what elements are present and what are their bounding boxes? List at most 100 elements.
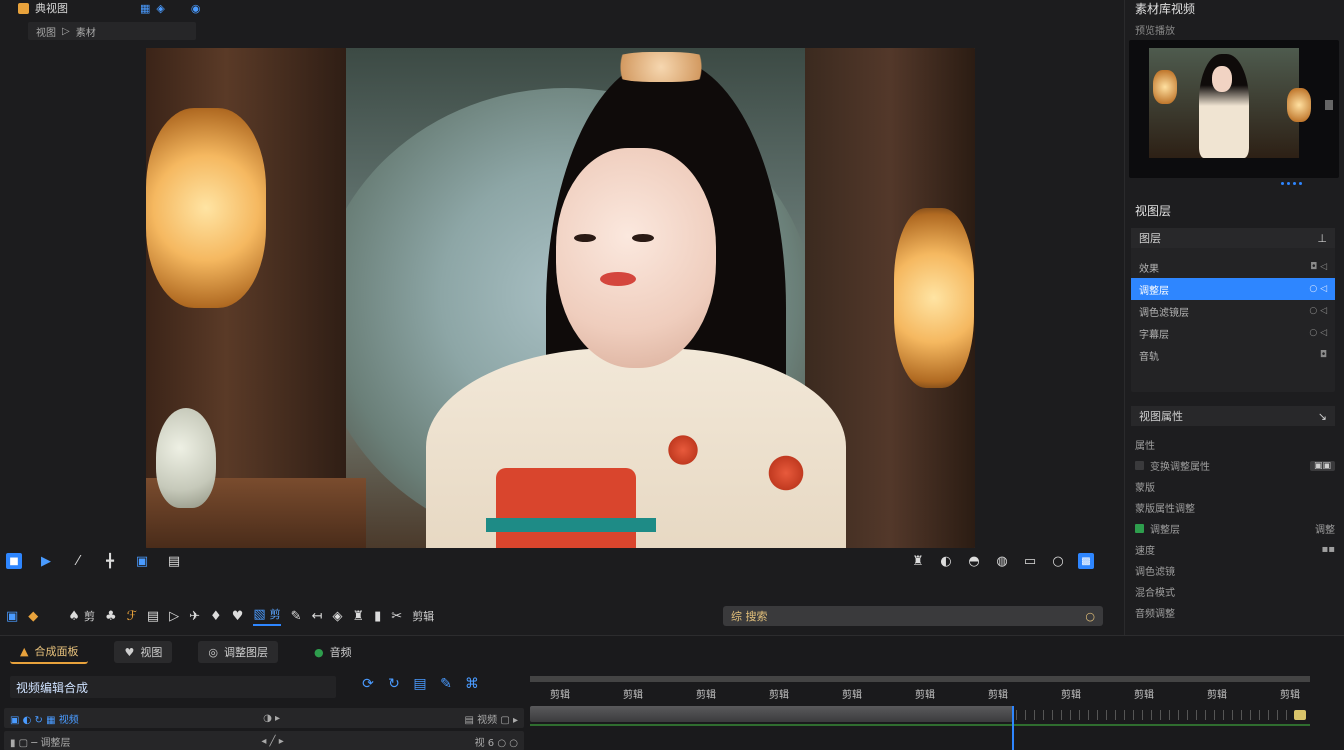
figure-lips: [600, 272, 636, 286]
tool-item[interactable]: ✂: [391, 609, 402, 624]
breadcrumb: 视图 ▷ 素材: [28, 22, 196, 40]
tab-view[interactable]: ♥ 视图: [114, 641, 173, 663]
tool-item[interactable]: ↤: [312, 609, 323, 624]
property-row[interactable]: 音频调整: [1135, 602, 1335, 623]
search-field[interactable]: 综 搜索 ○: [723, 606, 1103, 626]
breadcrumb-item-media[interactable]: 素材: [76, 24, 96, 39]
lantern-right: [894, 208, 974, 388]
property-row[interactable]: 调色滤镜: [1135, 560, 1335, 581]
app-logo-icon: [18, 2, 29, 14]
figure-sash: [486, 518, 656, 532]
track-header[interactable]: ▣ ◐ ↻ ▦ 视频 ◑ ▸ ▤ 视频 ▢ ▸: [4, 708, 524, 728]
track-icon[interactable]: ▤: [412, 676, 428, 692]
color-icon[interactable]: ◐: [938, 553, 954, 569]
playhead[interactable]: [1012, 706, 1014, 750]
property-row[interactable]: 蒙版属性调整: [1135, 497, 1335, 518]
tool-item[interactable]: ▷: [169, 609, 179, 624]
tool-item[interactable]: ✈: [189, 609, 200, 624]
fullscreen-button[interactable]: ▩: [1078, 553, 1094, 569]
preview-thumbnail[interactable]: [1129, 40, 1339, 178]
tab-audio[interactable]: ● 音频: [304, 641, 362, 663]
slice-icon[interactable]: ⁄: [70, 553, 86, 569]
keyframe-icon[interactable]: ⌘: [464, 676, 480, 692]
layer-row[interactable]: 字幕层 ○ ◁: [1131, 322, 1335, 344]
time-ruler[interactable]: 剪辑 剪辑 剪辑 剪辑 剪辑 剪辑 剪辑 剪辑 剪辑 剪辑 剪辑: [530, 676, 1310, 701]
figure-eye: [632, 234, 654, 242]
properties-header[interactable]: 视图属性 ↘: [1131, 406, 1335, 426]
layers-head: 图层 ⊥: [1131, 228, 1335, 248]
layer-row-selected[interactable]: 调整层 ○ ◁: [1131, 278, 1335, 300]
figure-face: [556, 148, 716, 368]
layer-row[interactable]: 音轨 ◘: [1131, 344, 1335, 366]
grid-icon[interactable]: ▤: [166, 553, 182, 569]
tool-item[interactable]: ✎: [291, 609, 302, 624]
tool-item[interactable]: ♠ 剪: [68, 608, 95, 624]
effect-icon[interactable]: ◍: [994, 553, 1010, 569]
play-button[interactable]: ▶: [38, 553, 54, 569]
pager-dots[interactable]: [1281, 182, 1302, 185]
settings-icon[interactable]: ◈: [156, 2, 164, 15]
ruler-bar: [530, 676, 1310, 682]
figure-eye: [574, 234, 596, 242]
tool-item[interactable]: ♣: [105, 609, 117, 624]
fit-view-button[interactable]: ■: [6, 553, 22, 569]
preview-viewer[interactable]: [146, 48, 975, 548]
layout-icon[interactable]: ▦: [140, 2, 150, 15]
tool-item[interactable]: ℱ: [127, 609, 137, 624]
layers-box: 图层 ⊥ 效果 ◘ ◁ 调整层 ○ ◁ 调色滤镜层 ○ ◁ 字幕层 ○ ◁ 音轨 ◘: [1131, 228, 1335, 392]
tool-item[interactable]: 剪辑: [412, 608, 434, 624]
tool-item[interactable]: ▣: [6, 609, 18, 624]
preview-toolbar-right: ♜ ◐ ◓ ◍ ▭ ○ ▩: [910, 553, 1094, 569]
search-label: 综 搜索: [731, 610, 768, 623]
safe-area-icon[interactable]: ▣: [134, 553, 150, 569]
property-row[interactable]: 变换调整属性 ▣▣: [1135, 455, 1335, 476]
end-marker[interactable]: [1294, 710, 1306, 720]
tool-item[interactable]: ▮: [374, 609, 381, 624]
breadcrumb-separator: ▷: [62, 25, 70, 37]
property-row[interactable]: 速度 ▪▪: [1135, 539, 1335, 560]
mask-icon[interactable]: ♜: [910, 553, 926, 569]
tab-adjust-layer[interactable]: ◎ 调整图层: [198, 641, 278, 663]
pen-icon[interactable]: ✎: [438, 676, 454, 692]
redo-icon[interactable]: ↻: [386, 676, 402, 692]
adjust-icon[interactable]: ◓: [966, 553, 982, 569]
preview-toolbar-left: ■ ▶ ⁄ ╋ ▣ ▤: [6, 553, 182, 569]
tool-item[interactable]: ♦: [210, 609, 222, 624]
lantern-left: [146, 108, 266, 308]
frame-ticks: [1016, 710, 1296, 720]
property-row[interactable]: 调整层 调整: [1135, 518, 1335, 539]
aspect-icon[interactable]: ▭: [1022, 553, 1038, 569]
layer-row[interactable]: 调色滤镜层 ○ ◁: [1131, 300, 1335, 322]
tool-item[interactable]: ◆: [28, 609, 38, 624]
track-header[interactable]: ▮ ▢ ─ 调整层 ◂ ╱ ▸ 视 6 ○ ○: [4, 731, 524, 750]
loop-icon[interactable]: ⟳: [360, 676, 376, 692]
track-headers: ▣ ◐ ↻ ▦ 视频 ◑ ▸ ▤ 视频 ▢ ▸ ▮ ▢ ─ 调整层 ◂ ╱ ▸ …: [4, 708, 524, 750]
property-row[interactable]: 混合模式: [1135, 581, 1335, 602]
window-title: 典视图: [35, 2, 68, 15]
timeline-tools: ⟳ ↻ ▤ ✎ ⌘: [360, 676, 480, 692]
timeline-panel: ▲ 合成面板 ♥ 视图 ◎ 调整图层 ● 音频 视频编辑合成 ⟳ ↻ ▤ ✎ ⌘ ▣ ◐…: [0, 635, 1344, 750]
layer-row[interactable]: 效果 ◘ ◁: [1131, 256, 1335, 278]
tool-item[interactable]: ▤: [147, 609, 159, 624]
sequence-name-field[interactable]: 视频编辑合成: [10, 676, 336, 698]
timeline-tabs: ▲ 合成面板 ♥ 视图 ◎ 调整图层 ● 音频: [10, 640, 362, 664]
tool-item-active[interactable]: ▧ 剪: [253, 606, 281, 626]
ruler-labels: 剪辑 剪辑 剪辑 剪辑 剪辑 剪辑 剪辑 剪辑 剪辑 剪辑 剪辑: [550, 690, 1300, 701]
thumbnail-face: [1212, 66, 1232, 92]
thumbnail-lantern: [1287, 88, 1311, 122]
tool-item[interactable]: ♥: [232, 609, 244, 624]
collapse-icon[interactable]: ⊥: [1317, 232, 1327, 245]
tool-item[interactable]: ◈: [332, 609, 342, 624]
top-bar: 典视图 ▦ ◈ ◉: [0, 0, 1118, 16]
property-row[interactable]: 蒙版: [1135, 476, 1335, 497]
breadcrumb-item-view[interactable]: 视图: [36, 24, 56, 39]
thumbnail-control-icon[interactable]: [1325, 100, 1333, 110]
tool-item[interactable]: ♜: [352, 609, 364, 624]
search-icon[interactable]: ○: [1085, 610, 1095, 623]
video-clip[interactable]: [530, 706, 1014, 722]
circle-icon[interactable]: ○: [1050, 553, 1066, 569]
tab-composition[interactable]: ▲ 合成面板: [10, 640, 89, 664]
record-icon[interactable]: ◉: [191, 2, 201, 15]
hair-ornament: [606, 52, 716, 82]
crosshair-icon[interactable]: ╋: [102, 553, 118, 569]
